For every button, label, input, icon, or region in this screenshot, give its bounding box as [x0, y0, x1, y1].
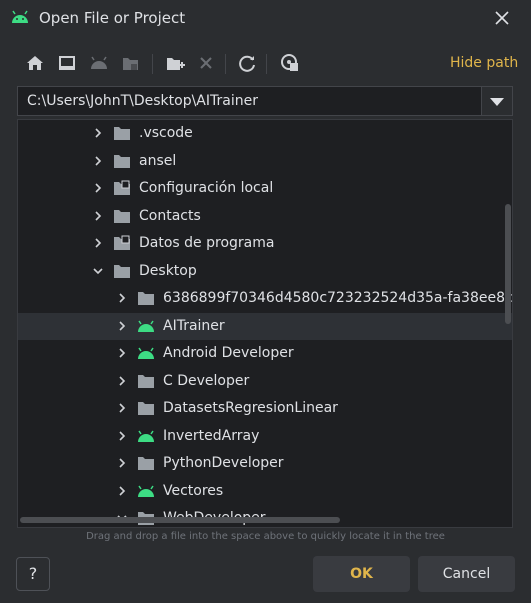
folder-icon	[138, 374, 154, 388]
folder-icon	[114, 154, 130, 168]
window-title: Open File or Project	[39, 9, 186, 27]
chevron-right-icon[interactable]	[117, 430, 127, 441]
toolbar-separator	[152, 54, 153, 74]
chevron-right-icon[interactable]	[117, 320, 127, 331]
tree-item[interactable]: 6386899f70346d4580c723232524d35a-fa38ee8…	[18, 285, 512, 312]
tree-item[interactable]: Desktop	[18, 258, 512, 285]
chevron-right-icon[interactable]	[93, 238, 103, 248]
drag-drop-hint: Drag and drop a file into the space abov…	[86, 531, 445, 542]
chevron-right-icon[interactable]	[93, 128, 103, 138]
tree-item-label: Android Developer	[163, 345, 294, 361]
cancel-button[interactable]: Cancel	[418, 556, 515, 592]
chevron-right-icon[interactable]	[117, 485, 127, 496]
folder-link-icon	[114, 180, 130, 195]
tree-item[interactable]: AITrainer	[18, 312, 512, 340]
chevron-right-icon[interactable]	[117, 375, 127, 386]
android-studio-icon	[12, 10, 28, 23]
tree-item-label: PythonDeveloper	[163, 455, 284, 471]
tree-item-label: Desktop	[139, 262, 197, 279]
tree-item[interactable]: Datos de programa	[18, 230, 512, 257]
chevron-right-icon[interactable]	[117, 458, 127, 468]
tree-item-label: .vscode	[139, 125, 193, 141]
module-icon[interactable]	[120, 52, 142, 74]
tree-item-label: Datos de programa	[139, 235, 275, 251]
tree-item-label: 6386899f70346d4580c723232524d35a-fa38ee8…	[163, 290, 513, 306]
folder-icon	[114, 127, 130, 140]
android-icon	[138, 485, 154, 497]
chevron-down-icon[interactable]	[93, 266, 103, 276]
chevron-right-icon[interactable]	[117, 348, 127, 358]
path-field[interactable]	[17, 86, 513, 116]
android-icon[interactable]	[88, 52, 110, 74]
toolbar: Hide path	[0, 48, 531, 80]
path-input[interactable]	[27, 93, 467, 109]
tree-item[interactable]: Android Developer	[18, 340, 512, 367]
tree-item[interactable]: Contacts	[18, 203, 512, 230]
title-bar: Open File or Project	[0, 0, 531, 36]
chevron-right-icon[interactable]	[93, 210, 103, 221]
tree-item-label: ansel	[139, 152, 177, 169]
android-icon	[138, 347, 154, 359]
home-icon[interactable]	[24, 52, 46, 74]
tree-item-label: DatasetsRegresionLinear	[163, 400, 338, 416]
tree-item[interactable]: ansel	[18, 148, 512, 175]
delete-icon[interactable]	[195, 52, 217, 74]
tree-item[interactable]: PythonDeveloper	[18, 450, 512, 477]
tree-item-label: C Developer	[163, 372, 250, 389]
ok-button[interactable]: OK	[313, 556, 410, 592]
chevron-right-icon[interactable]	[93, 183, 103, 193]
vertical-scrollbar[interactable]	[505, 204, 511, 324]
tree-item-label: Vectores	[163, 482, 224, 499]
tree-item[interactable]: Vectores	[18, 478, 512, 505]
toolbar-separator	[225, 54, 226, 74]
help-button[interactable]: ?	[16, 557, 50, 591]
folder-icon	[138, 292, 154, 305]
horizontal-scrollbar[interactable]	[20, 517, 340, 523]
toolbar-separator	[266, 54, 267, 74]
folder-icon	[138, 457, 154, 470]
chevron-right-icon[interactable]	[117, 293, 127, 303]
tree-item-label: Contacts	[139, 207, 201, 224]
tree-item-label: InvertedArray	[163, 427, 260, 444]
tree-item[interactable]: DatasetsRegresionLinear	[18, 395, 512, 422]
android-icon	[138, 430, 154, 442]
tree-item[interactable]: C Developer	[18, 368, 512, 395]
tree-item[interactable]: Configuración local	[18, 175, 512, 202]
hide-path-link[interactable]: Hide path	[450, 55, 518, 71]
tree-item-label: AITrainer	[163, 317, 225, 334]
new-folder-icon[interactable]	[164, 52, 186, 74]
file-tree[interactable]: .vscode ansel Configuración local Contacts D…	[17, 119, 513, 528]
folder-icon	[114, 209, 130, 223]
android-icon	[138, 320, 154, 332]
close-icon[interactable]	[490, 6, 514, 30]
folder-icon	[138, 402, 154, 415]
tree-item[interactable]: InvertedArray	[18, 423, 512, 450]
chevron-right-icon[interactable]	[93, 155, 103, 166]
tree-item-label: Configuración local	[139, 180, 274, 196]
desktop-icon[interactable]	[56, 52, 78, 74]
show-hidden-icon[interactable]	[279, 52, 301, 74]
refresh-icon[interactable]	[236, 52, 258, 74]
folder-link-icon	[114, 235, 130, 250]
path-dropdown-button[interactable]	[481, 87, 512, 115]
tree-item[interactable]: .vscode	[18, 120, 512, 147]
chevron-right-icon[interactable]	[117, 403, 127, 413]
folder-icon	[114, 264, 130, 278]
